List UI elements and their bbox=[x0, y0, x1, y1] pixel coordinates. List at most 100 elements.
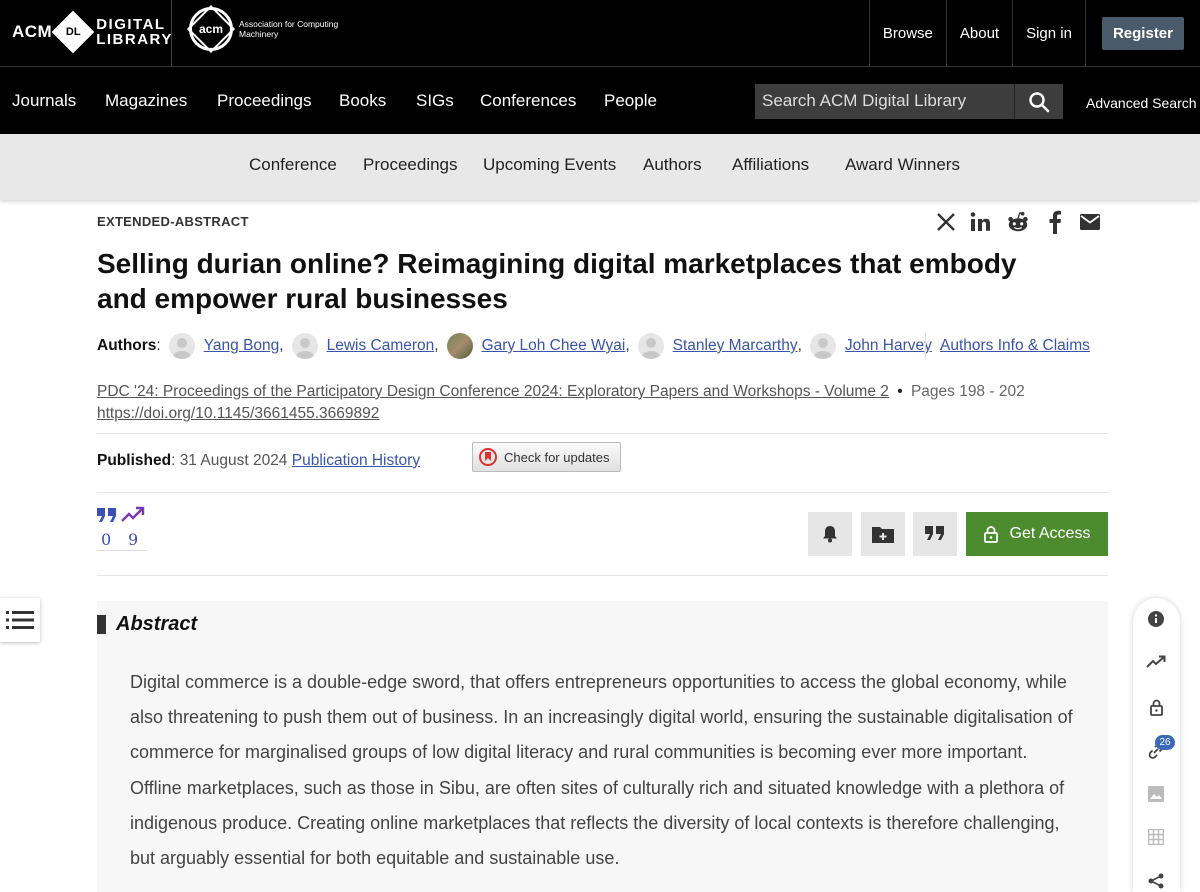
top-link-about[interactable]: About bbox=[945, 0, 1012, 66]
logo-divider bbox=[171, 0, 172, 66]
search-button[interactable] bbox=[1014, 84, 1063, 119]
check-for-updates-label: Check for updates bbox=[504, 449, 610, 465]
acm-logo-name: Association for Computing Machinery bbox=[239, 19, 339, 39]
dl-logo-acm: ACM bbox=[12, 22, 53, 41]
conference-sub-nav: Conference Proceedings Upcoming Events A… bbox=[0, 134, 1200, 200]
alert-button[interactable] bbox=[808, 512, 852, 556]
proceedings-info: PDC '24: Proceedings of the Participator… bbox=[97, 381, 1025, 425]
x-icon bbox=[937, 213, 955, 231]
share-x-button[interactable] bbox=[934, 210, 958, 234]
rail-access-button[interactable] bbox=[1146, 697, 1166, 717]
avatar bbox=[168, 333, 195, 359]
share-email-button[interactable] bbox=[1078, 210, 1102, 234]
rail-figures-button[interactable] bbox=[1146, 784, 1166, 804]
person-icon bbox=[813, 338, 832, 359]
rail-metrics-button[interactable] bbox=[1146, 652, 1166, 672]
authors-label: Authors bbox=[97, 337, 157, 354]
get-access-button[interactable]: Get Access bbox=[966, 512, 1108, 556]
publication-history-link[interactable]: Publication History bbox=[292, 452, 420, 469]
trending-up-icon bbox=[1146, 655, 1166, 668]
heading-marker bbox=[97, 615, 106, 634]
nav-proceedings[interactable]: Proceedings bbox=[217, 91, 312, 111]
cite-button[interactable] bbox=[913, 512, 957, 556]
references-count-badge: 26 bbox=[1155, 735, 1175, 750]
person-icon bbox=[295, 338, 314, 359]
main-nav: Journals Magazines Proceedings Books SIG… bbox=[0, 66, 1200, 134]
acm-logo[interactable]: acm Association for Computing Machinery bbox=[189, 7, 339, 51]
top-link-browse[interactable]: Browse bbox=[868, 0, 946, 66]
abstract-text: Digital commerce is a double-edge sword,… bbox=[130, 672, 1073, 869]
divider bbox=[97, 433, 1108, 434]
share-linkedin-button[interactable] bbox=[969, 210, 993, 234]
facebook-icon bbox=[1049, 210, 1061, 234]
quote-icon bbox=[925, 526, 944, 540]
share-reddit-button[interactable] bbox=[1006, 210, 1030, 234]
author-link[interactable]: Stanley Marcarthy bbox=[673, 337, 798, 355]
avatar bbox=[446, 333, 473, 359]
rail-information-button[interactable] bbox=[1146, 609, 1166, 629]
subnav-affiliations[interactable]: Affiliations bbox=[732, 155, 809, 175]
abstract-heading: Abstract bbox=[97, 613, 197, 636]
author-link[interactable]: John Harvey bbox=[845, 337, 932, 355]
article-type-label: EXTENDED-ABSTRACT bbox=[97, 214, 249, 229]
avatar bbox=[291, 333, 318, 359]
rail-share-button[interactable] bbox=[1146, 871, 1166, 891]
side-rail: 26 bbox=[1133, 598, 1180, 892]
lock-icon bbox=[983, 525, 998, 543]
check-for-updates-button[interactable]: Check for updates bbox=[472, 442, 621, 472]
published-date: : 31 August 2024 bbox=[171, 452, 292, 469]
divider bbox=[97, 575, 1108, 576]
nav-journals[interactable]: Journals bbox=[12, 91, 76, 111]
top-nav: Browse About Sign in Register bbox=[868, 0, 1200, 66]
subnav-award-winners[interactable]: Award Winners bbox=[845, 155, 960, 175]
advanced-search-link[interactable]: Advanced Search bbox=[1086, 95, 1197, 111]
published-info: Published: 31 August 2024 Publication Hi… bbox=[97, 452, 420, 470]
dl-logo-line1: DIGITAL bbox=[96, 16, 166, 33]
nav-books[interactable]: Books bbox=[339, 91, 386, 111]
authors-info-claims-link[interactable]: Authors Info & Claims bbox=[940, 337, 1090, 355]
linkedin-icon bbox=[970, 212, 990, 231]
table-of-contents-button[interactable] bbox=[0, 598, 40, 642]
abstract-heading-text: Abstract bbox=[116, 613, 198, 635]
abstract-section: Abstract Digital commerce is a double-ed… bbox=[97, 601, 1108, 892]
search-icon bbox=[1029, 91, 1050, 112]
proceedings-link[interactable]: PDC '24: Proceedings of the Participator… bbox=[97, 383, 889, 400]
divider bbox=[925, 333, 926, 359]
nav-people[interactable]: People bbox=[604, 91, 657, 111]
nav-sigs[interactable]: SIGs bbox=[416, 91, 454, 111]
register-button[interactable]: Register bbox=[1101, 16, 1184, 50]
nav-magazines[interactable]: Magazines bbox=[105, 91, 187, 111]
avatar bbox=[637, 333, 664, 359]
bell-icon bbox=[823, 526, 837, 543]
add-to-binder-button[interactable] bbox=[861, 512, 905, 556]
divider bbox=[97, 492, 1108, 493]
author-link[interactable]: Lewis Cameron bbox=[327, 337, 435, 355]
subnav-authors[interactable]: Authors bbox=[643, 155, 702, 175]
search-input[interactable]: Search ACM Digital Library bbox=[755, 84, 1014, 119]
author-link[interactable]: Yang Bong bbox=[204, 337, 280, 355]
citation-count: 0 bbox=[101, 530, 112, 549]
acm-dl-logo[interactable]: ACM DL DIGITAL LIBRARY bbox=[12, 10, 173, 54]
subnav-conference[interactable]: Conference bbox=[249, 155, 337, 175]
nav-conferences[interactable]: Conferences bbox=[480, 91, 576, 111]
citation-quote-icon bbox=[97, 508, 116, 522]
doi-link[interactable]: https://doi.org/10.1145/3661455.3669892 bbox=[97, 405, 379, 422]
authors-list: Authors: Yang Bong, Lewis Cameron, Gary … bbox=[97, 333, 932, 359]
reddit-icon bbox=[1008, 211, 1028, 232]
subnav-proceedings[interactable]: Proceedings bbox=[363, 155, 458, 175]
image-icon bbox=[1148, 786, 1164, 802]
top-bar: ACM DL DIGITAL LIBRARY acm Association f… bbox=[0, 0, 1200, 66]
dl-logo-line2: LIBRARY bbox=[96, 31, 173, 48]
article-metrics[interactable]: 0 9 bbox=[97, 506, 147, 551]
share-icon bbox=[1148, 873, 1164, 889]
share-facebook-button[interactable] bbox=[1043, 210, 1067, 234]
author-link[interactable]: Gary Loh Chee Wyai bbox=[482, 337, 626, 355]
list-icon bbox=[6, 611, 34, 629]
top-link-sign-in[interactable]: Sign in bbox=[1012, 0, 1085, 66]
rail-tables-button[interactable] bbox=[1146, 827, 1166, 847]
download-count: 9 bbox=[128, 530, 139, 549]
get-access-label: Get Access bbox=[1009, 525, 1091, 542]
subnav-upcoming-events[interactable]: Upcoming Events bbox=[483, 155, 616, 175]
published-label: Published bbox=[97, 452, 172, 469]
article-title: Selling durian online? Reimagining digit… bbox=[97, 248, 1017, 314]
